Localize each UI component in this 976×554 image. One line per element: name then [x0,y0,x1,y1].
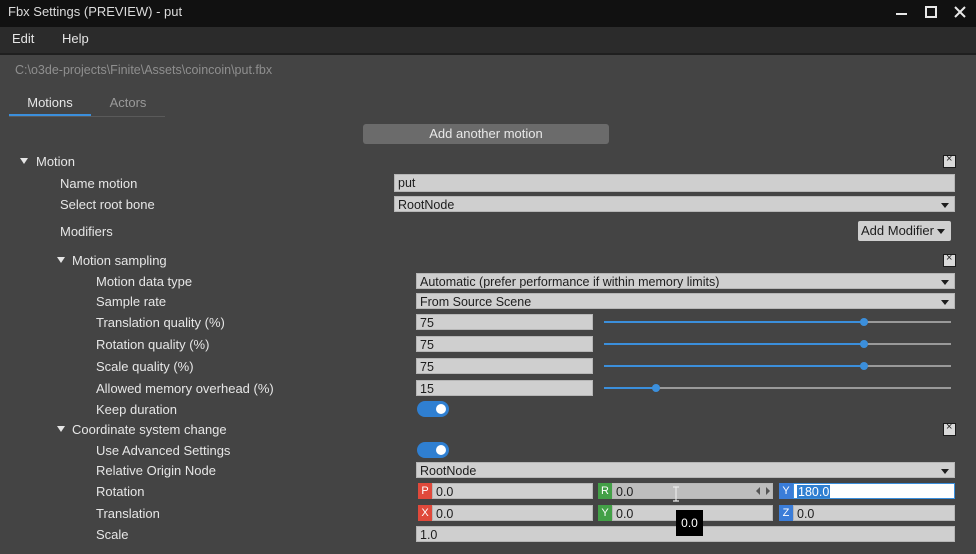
sample-rate-label: Sample rate [96,294,167,309]
rotation-yaw-value: 180.0 [797,485,831,499]
close-icon: × [946,421,953,433]
data-type-value: Automatic (prefer performance if within … [420,275,720,289]
x-badge: X [418,505,432,521]
remove-coordinate-button[interactable]: × [943,421,956,436]
slider-handle[interactable] [652,384,660,392]
translation-quality-label: Translation quality (%) [96,315,225,330]
scale-quality-input[interactable]: 75 [416,358,593,374]
toggle-knob [436,404,446,414]
chevron-down-icon [937,229,945,234]
pitch-badge: P [418,483,432,499]
memory-overhead-slider[interactable] [604,384,951,392]
chevron-down-icon [941,203,949,208]
rotation-pitch-input[interactable]: 0.0 [432,483,593,499]
translation-quality-input[interactable]: 75 [416,314,593,330]
menu-divider [0,53,976,55]
rotation-quality-slider[interactable] [604,340,951,348]
roll-badge: R [598,483,612,499]
maximize-icon [925,6,937,18]
slider-handle[interactable] [860,318,868,326]
add-modifier-button[interactable]: Add Modifier [858,221,951,241]
menu-edit[interactable]: Edit [12,31,34,46]
chevron-down-icon [941,300,949,305]
translation-x-input[interactable]: 0.0 [432,505,593,521]
sample-rate-value: From Source Scene [420,295,532,309]
sampling-header: Motion sampling [72,253,167,268]
slider-fill [604,387,656,389]
active-tab-indicator [9,114,91,116]
origin-node-select[interactable]: RootNode [416,462,955,478]
translation-z-input[interactable]: 0.0 [793,505,955,521]
motion-header: Motion [36,154,76,169]
add-modifier-label: Add Modifier [861,223,934,238]
window-title: Fbx Settings (PREVIEW) - put [8,4,183,19]
rotation-quality-label: Rotation quality (%) [96,337,210,352]
sample-rate-select[interactable]: From Source Scene [416,293,955,309]
chevron-down-icon [941,469,949,474]
motion-collapse-arrow-icon[interactable] [20,158,28,164]
data-type-select[interactable]: Automatic (prefer performance if within … [416,273,955,289]
close-icon: × [946,252,953,264]
add-motion-button[interactable]: Add another motion [363,124,609,144]
drag-arrows-icon[interactable] [755,486,771,496]
root-bone-label: Select root bone [60,197,155,212]
memory-overhead-label: Allowed memory overhead (%) [96,381,274,396]
toggle-knob [436,445,446,455]
translation-quality-slider[interactable] [604,318,951,326]
minimize-icon [896,13,907,15]
modifiers-label: Modifiers [60,224,113,239]
close-icon: × [946,153,953,165]
slider-fill [604,321,864,323]
rotation-quality-input[interactable]: 75 [416,336,593,352]
origin-node-value: RootNode [420,464,477,478]
z-badge: Z [779,505,793,521]
remove-sampling-button[interactable]: × [943,252,956,267]
scale-quality-label: Scale quality (%) [96,359,194,374]
keep-duration-toggle[interactable] [417,401,449,417]
slider-fill [604,343,864,345]
minimize-button[interactable] [885,0,919,27]
close-button[interactable] [944,0,976,27]
coordinate-collapse-arrow-icon[interactable] [57,426,65,432]
close-icon [954,6,966,18]
menu-bar [0,27,976,53]
remove-motion-button[interactable]: × [943,153,956,168]
value-tooltip: 0.0 [676,510,703,536]
sampling-collapse-arrow-icon[interactable] [57,257,65,263]
coordinate-header: Coordinate system change [72,422,227,437]
root-bone-value: RootNode [398,198,455,212]
file-path: C:\o3de-projects\Finite\Assets\coincoin\… [15,63,273,77]
slider-fill [604,365,864,367]
slider-handle[interactable] [860,340,868,348]
text-cursor-icon [673,486,679,502]
scale-quality-slider[interactable] [604,362,951,370]
chevron-down-icon [941,280,949,285]
memory-overhead-input[interactable]: 15 [416,380,593,396]
rotation-roll-input[interactable]: 0.0 [612,483,773,499]
root-bone-select[interactable]: RootNode [394,196,955,212]
keep-duration-label: Keep duration [96,402,177,417]
data-type-label: Motion data type [96,274,193,289]
y-badge: Y [598,505,612,521]
scale-label: Scale [96,527,129,542]
tab-bar-line [9,116,165,117]
advanced-settings-toggle[interactable] [417,442,449,458]
rotation-roll-value: 0.0 [616,485,634,499]
tab-actors[interactable]: Actors [93,95,163,115]
rotation-yaw-input[interactable]: 180.0 [793,483,955,499]
rotation-label: Rotation [96,484,145,499]
name-motion-label: Name motion [60,176,138,191]
translation-label: Translation [96,506,160,521]
advanced-settings-label: Use Advanced Settings [96,443,231,458]
origin-node-label: Relative Origin Node [96,463,216,478]
slider-handle[interactable] [860,362,868,370]
yaw-badge: Y [779,483,793,499]
tab-motions[interactable]: Motions [9,95,91,115]
menu-help[interactable]: Help [62,31,89,46]
name-motion-input[interactable]: put [394,174,955,192]
